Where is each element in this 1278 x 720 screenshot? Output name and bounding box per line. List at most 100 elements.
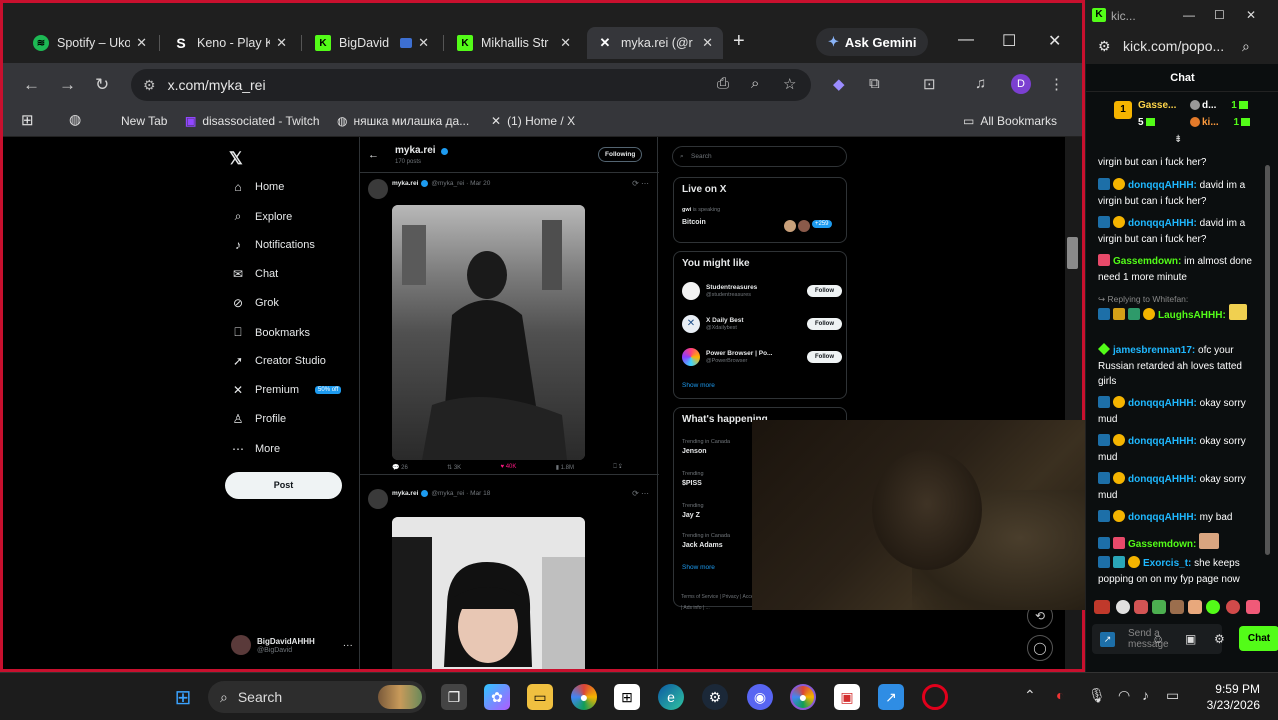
following-button[interactable]: Following — [598, 147, 643, 162]
nav-premium[interactable]: ✕ Premium 50% off — [231, 383, 342, 397]
suggested-account[interactable]: Studentreasures @studentreasures Follow — [682, 282, 842, 300]
reply-icon[interactable]: 💬 26 — [392, 464, 408, 471]
volume-icon[interactable]: ♪ — [1142, 687, 1149, 703]
tab-bigdavid[interactable]: K BigDavid ✕ — [305, 27, 439, 59]
puzzle-icon[interactable]: ⧉ — [869, 75, 880, 92]
chat-username[interactable]: jamesbrennan17: — [1113, 345, 1195, 356]
settings-gear-icon[interactable]: ⚙ — [1214, 632, 1225, 646]
address-bar[interactable]: ⚙ x.com/myka_rei — [131, 69, 811, 101]
steam-icon[interactable]: ⚙ — [702, 684, 728, 710]
maximize-icon[interactable]: ☐ — [1214, 8, 1225, 22]
app-icon[interactable]: ↗ — [878, 684, 904, 710]
suggested-account[interactable]: ✕ X Daily Best @Xdailybest Follow — [682, 315, 842, 333]
menu-icon[interactable]: ⋮ — [1049, 75, 1064, 93]
scrollbar-thumb[interactable] — [1265, 165, 1270, 555]
site-info-icon[interactable]: ⚙ — [143, 77, 156, 94]
chat-username[interactable]: Gassemdown: — [1113, 256, 1181, 267]
close-icon[interactable]: ✕ — [136, 35, 147, 51]
search-input[interactable]: ⌕ Search — [672, 146, 847, 167]
system-clock[interactable]: 9:59 PM 3/23/2026 — [1198, 681, 1260, 713]
emote-icon[interactable] — [1226, 600, 1240, 614]
chevron-up-icon[interactable]: ⌃ — [1024, 687, 1036, 704]
bookmark-new-tab[interactable]: New Tab — [121, 114, 167, 128]
chat-input[interactable]: ↗ Send a message ☺ — [1092, 624, 1222, 654]
minimize-icon[interactable]: — — [958, 31, 974, 49]
bookmark-nyashka[interactable]: ◍ няшка милашка да... — [337, 114, 469, 128]
opera-icon[interactable] — [922, 684, 948, 710]
more-icon[interactable]: ⟳ ⋯ — [632, 489, 649, 498]
zoom-icon[interactable]: ⌕ — [1242, 38, 1250, 55]
tweet-photo[interactable] — [392, 517, 585, 669]
back-arrow-icon[interactable]: ← — [23, 75, 40, 95]
chat-message[interactable]: Gassemdown: im almost done need 1 more m… — [1098, 254, 1262, 285]
chat-message[interactable]: LaughsAHHH: — [1098, 304, 1262, 324]
more-icon[interactable]: ⟳ ⋯ — [632, 179, 649, 188]
emote-icon[interactable] — [1116, 600, 1130, 614]
follow-button[interactable]: Follow — [807, 285, 842, 297]
copilot-icon[interactable]: ✿ — [484, 684, 510, 710]
nav-profile[interactable]: ♙ Profile — [231, 412, 287, 426]
tab-spotify[interactable]: ≋ Spotify – Uko ✕ — [23, 27, 157, 59]
battery-icon[interactable]: ▭ — [1166, 687, 1179, 704]
follow-button[interactable]: Follow — [807, 318, 842, 330]
chat-message[interactable]: Exorcis_t: she keeps popping on on my fy… — [1098, 556, 1262, 587]
taskbar-search[interactable]: ⌕ Search — [208, 681, 426, 713]
recording-icon[interactable]: ◐ — [1056, 687, 1064, 703]
trend-item[interactable]: Trending in Canada Jack Adams — [682, 532, 730, 550]
nav-bookmarks[interactable]: ⎕ Bookmarks — [231, 325, 310, 340]
gifter-2[interactable]: d... 1 — [1190, 100, 1248, 111]
close-window-icon[interactable]: ✕ — [1048, 31, 1061, 51]
ask-gemini-button[interactable]: ✦ Ask Gemini — [816, 28, 929, 56]
tab-mikhallis[interactable]: K Mikhallis Str ✕ — [447, 27, 581, 59]
new-tab-button[interactable]: + — [733, 30, 745, 53]
chat-username[interactable]: donqqqAHHH: — [1128, 180, 1197, 191]
maximize-icon[interactable]: ☐ — [1002, 31, 1016, 51]
nav-chat[interactable]: ✉ Chat — [231, 267, 278, 281]
task-view-icon[interactable]: ❐ — [441, 684, 467, 710]
views-icon[interactable]: ▮ 1.8M — [556, 464, 574, 471]
nav-explore[interactable]: ⌕ Explore — [231, 209, 293, 224]
kick-address-bar[interactable]: ⚙ kick.com/popo... ⌕ — [1086, 32, 1278, 64]
live-on-x-card[interactable]: Live on X gwi is speaking Bitcoin +259 — [673, 177, 847, 243]
close-icon[interactable]: ✕ — [276, 35, 287, 51]
chat-username[interactable]: Gassemdown: — [1128, 539, 1196, 550]
suggested-account[interactable]: Power Browser | Po... @PowerBrowser Follo… — [682, 348, 842, 366]
media-icon[interactable]: ♫ — [975, 75, 986, 92]
site-info-icon[interactable]: ⚙ — [1098, 38, 1111, 55]
emote-icon[interactable] — [1246, 600, 1260, 614]
repost-icon[interactable]: ⇅ 3K — [447, 464, 461, 471]
emoji-icon[interactable]: ☺ — [1152, 632, 1164, 646]
emote-icon[interactable] — [1170, 600, 1184, 614]
chat-message[interactable]: donqqqAHHH: okay sorry mud — [1098, 396, 1262, 427]
chat-message[interactable]: donqqqAHHH: david im a virgin but can i … — [1098, 178, 1262, 209]
chat-message[interactable]: donqqqAHHH: okay sorry mud — [1098, 434, 1262, 465]
microphone-icon[interactable]: 🎙 — [1088, 687, 1106, 704]
trend-item[interactable]: Trending in Canada Jenson — [682, 438, 730, 456]
post-button[interactable]: Post — [225, 472, 342, 499]
nav-grok[interactable]: ⊘ Grok — [231, 296, 279, 310]
like-icon[interactable]: ♥ 40K — [500, 464, 516, 471]
chat-message[interactable]: virgin but can i fuck her? — [1098, 155, 1262, 171]
discord-icon[interactable]: ◉ — [747, 684, 773, 710]
send-chat-button[interactable]: Chat — [1239, 626, 1278, 651]
edge-icon[interactable]: e — [658, 684, 684, 710]
apps-icon[interactable]: ⊞ — [21, 111, 34, 129]
store-icon[interactable]: ⊞ — [614, 684, 640, 710]
emote-icon[interactable] — [1152, 600, 1166, 614]
tweet[interactable]: myka.rei @myka_rei · Mar 20 ⟳ ⋯ 💬 26 ⇅ 3… — [360, 175, 659, 475]
close-icon[interactable]: ✕ — [560, 35, 571, 51]
all-bookmarks[interactable]: ▭ All Bookmarks — [963, 114, 1057, 128]
emote-icon[interactable] — [1094, 600, 1110, 614]
wifi-icon[interactable]: ◠ — [1118, 687, 1130, 704]
chat-message[interactable]: jamesbrennan17: ofc your Russian retarde… — [1098, 343, 1262, 390]
chat-username[interactable]: donqqqAHHH: — [1128, 398, 1197, 409]
bookmark-twitch[interactable]: ▣ disassociated - Twitch — [185, 114, 320, 128]
nav-home[interactable]: ⌂ Home — [231, 180, 284, 194]
star-icon[interactable]: ☆ — [783, 75, 796, 93]
globe-icon[interactable]: ◍ — [69, 111, 81, 128]
extension-icon[interactable]: ◆ — [833, 75, 845, 93]
emote-icon[interactable] — [1134, 600, 1148, 614]
chat-username[interactable]: donqqqAHHH: — [1128, 218, 1197, 229]
chrome-profile-icon[interactable]: ● — [790, 684, 816, 710]
chat-message[interactable]: donqqqAHHH: david im a virgin but can i … — [1098, 216, 1262, 247]
